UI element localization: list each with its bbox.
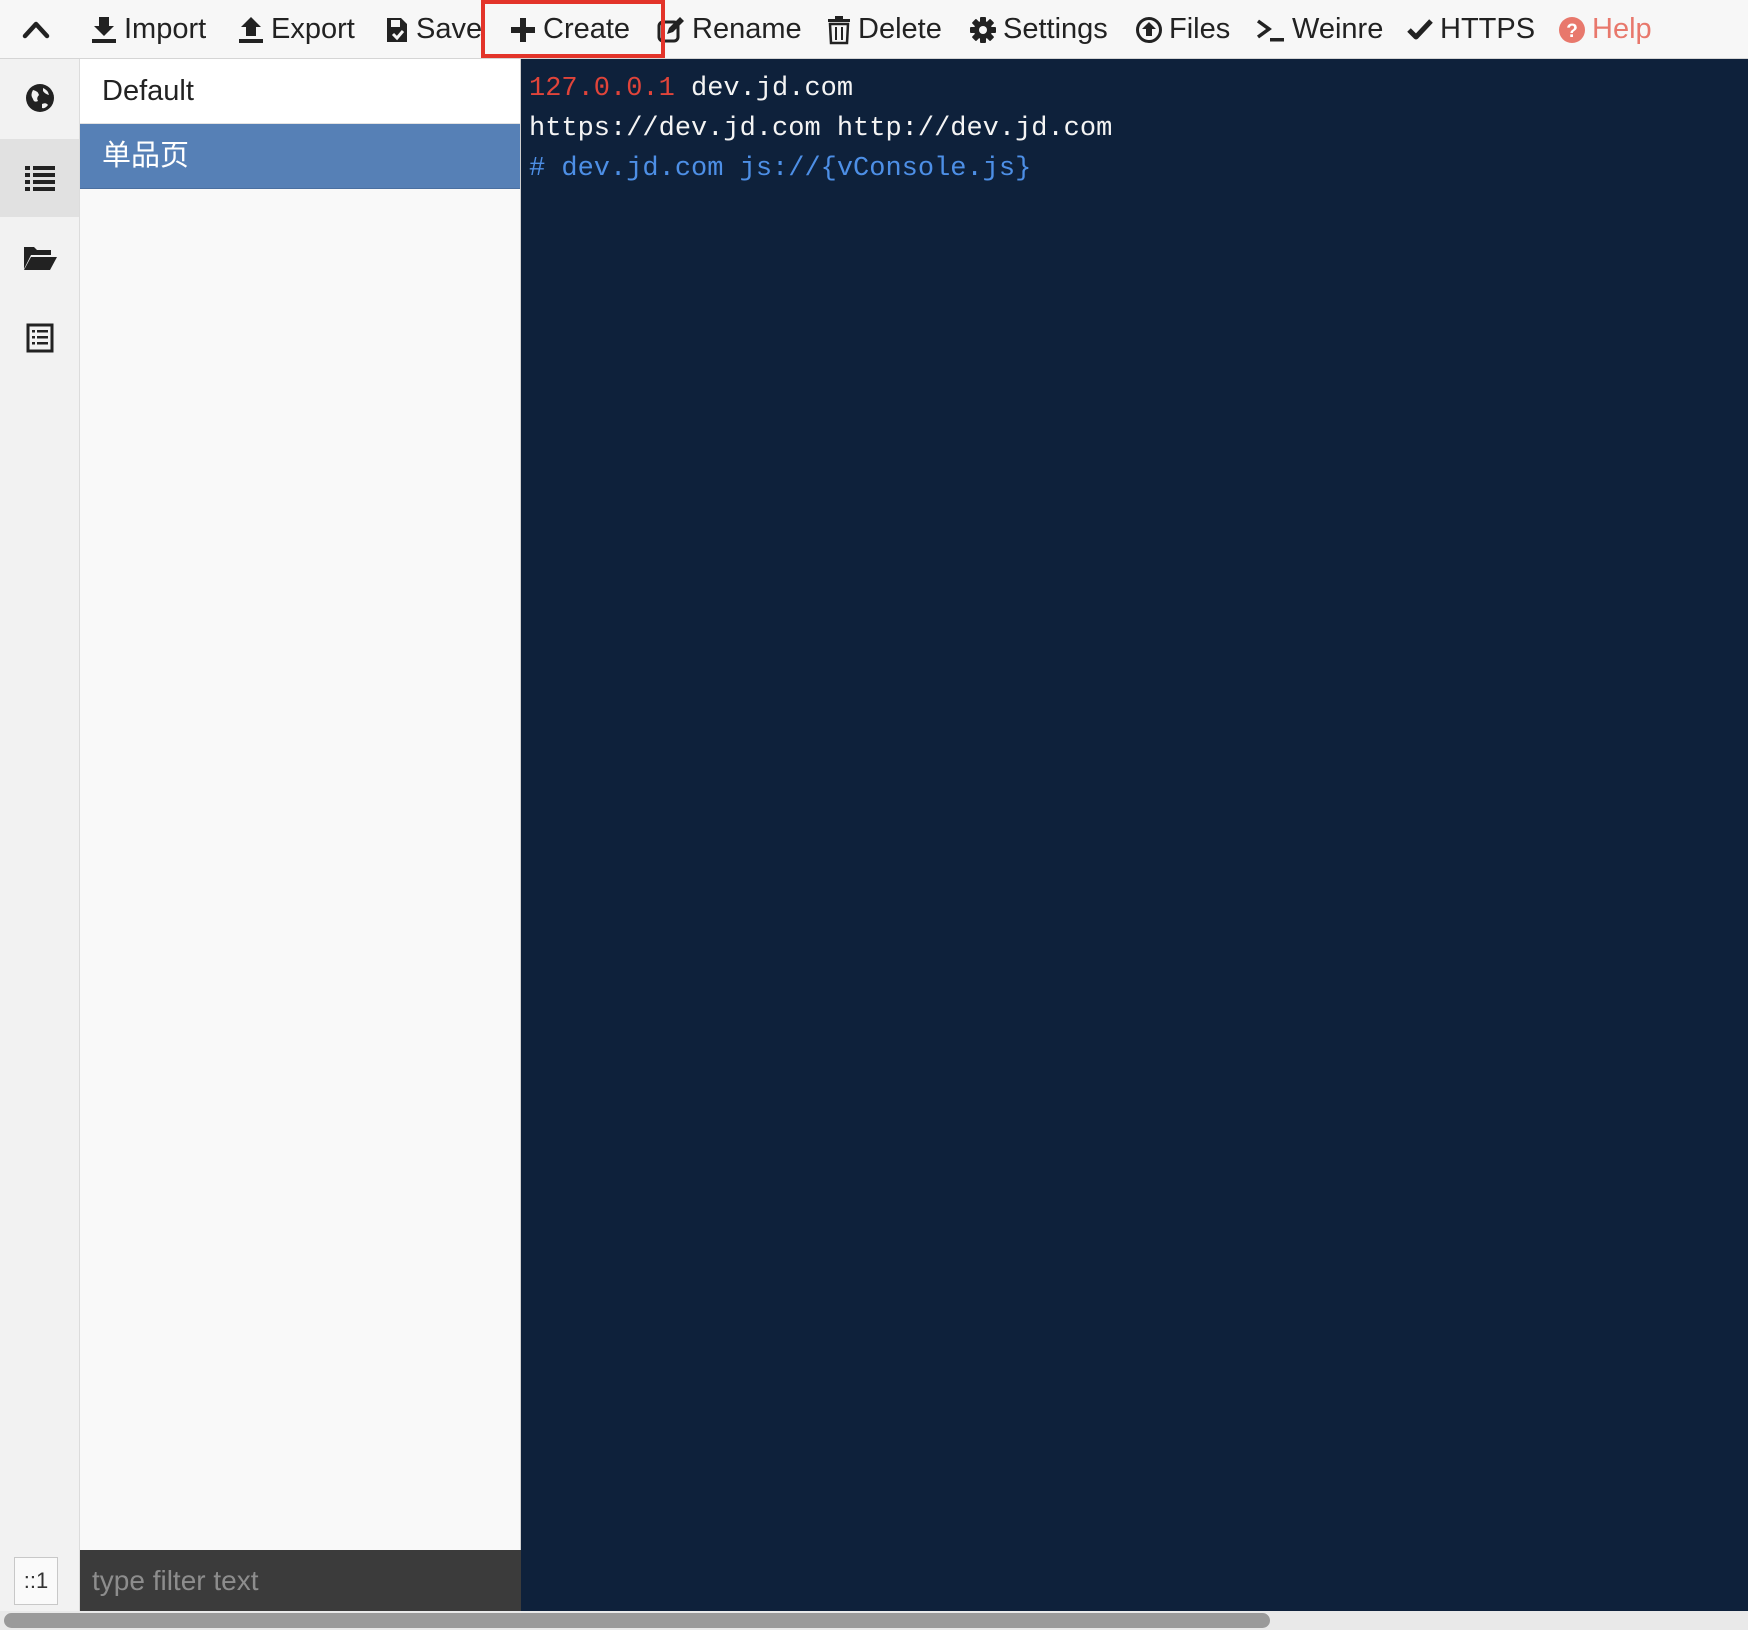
terminal-icon xyxy=(1256,19,1284,41)
save-button[interactable]: Save xyxy=(384,0,482,59)
settings-label: Settings xyxy=(1003,13,1108,45)
rule-token: https://dev.jd.com http://dev.jd.com xyxy=(529,114,1113,144)
import-button[interactable]: Import xyxy=(90,0,206,59)
rename-button[interactable]: Rename xyxy=(656,0,802,59)
settings-button[interactable]: Settings xyxy=(969,0,1108,59)
rail-item-values[interactable] xyxy=(0,219,79,297)
gear-icon xyxy=(970,16,996,43)
https-label: HTTPS xyxy=(1440,13,1536,45)
weinre-label: Weinre xyxy=(1292,13,1384,45)
filter-input[interactable] xyxy=(80,1550,521,1612)
help-circle-icon: ? xyxy=(1559,16,1585,43)
rail-item-plugins[interactable] xyxy=(0,299,79,377)
edit-icon xyxy=(657,16,684,42)
create-button[interactable]: Create xyxy=(509,0,630,59)
https-button[interactable]: HTTPS xyxy=(1406,0,1535,59)
host-token: dev.jd.com xyxy=(674,74,854,104)
rules-editor[interactable]: 127.0.0.1 dev.jd.com https://dev.jd.com … xyxy=(521,59,1748,1611)
collapse-button[interactable] xyxy=(14,8,58,50)
line-counter: ::1 xyxy=(14,1557,58,1605)
trash-icon xyxy=(828,15,850,44)
folder-open-icon xyxy=(23,247,57,270)
rail-item-network[interactable] xyxy=(0,59,79,137)
export-label: Export xyxy=(271,13,355,45)
export-icon xyxy=(239,16,263,43)
svg-text:?: ? xyxy=(1566,21,1578,42)
scrollbar-thumb[interactable] xyxy=(4,1613,1270,1628)
list-item-selected[interactable]: 单品页 xyxy=(80,124,520,189)
chevron-up-icon xyxy=(22,21,50,39)
check-icon xyxy=(1407,18,1433,39)
code-line: 127.0.0.1 dev.jd.com xyxy=(529,69,1740,109)
import-label: Import xyxy=(124,13,207,45)
plus-icon xyxy=(511,17,535,42)
list-icon xyxy=(24,166,55,191)
code-line: https://dev.jd.com http://dev.jd.com xyxy=(529,109,1740,149)
side-rail xyxy=(0,59,80,1611)
rename-label: Rename xyxy=(692,13,802,45)
delete-label: Delete xyxy=(858,13,942,45)
rail-item-rules[interactable] xyxy=(0,139,79,217)
list-box-icon xyxy=(26,323,53,353)
import-icon xyxy=(92,16,116,43)
upload-circle-icon xyxy=(1136,16,1162,43)
code-line: # dev.jd.com js://{vConsole.js} xyxy=(529,149,1740,189)
globe-icon xyxy=(25,84,54,112)
ip-token: 127.0.0.1 xyxy=(529,74,675,104)
delete-button[interactable]: Delete xyxy=(826,0,942,59)
export-button[interactable]: Export xyxy=(237,0,355,59)
list-item-default[interactable]: Default xyxy=(80,59,520,124)
help-label: Help xyxy=(1592,13,1652,45)
horizontal-scrollbar[interactable] xyxy=(0,1611,1748,1630)
help-button[interactable]: ? Help xyxy=(1558,0,1652,59)
toolbar: Import Export Save Create Rename Delete … xyxy=(0,0,1748,59)
comment-token: # dev.jd.com js://{vConsole.js} xyxy=(529,154,1032,184)
files-button[interactable]: Files xyxy=(1135,0,1230,59)
create-label: Create xyxy=(543,13,631,45)
files-label: Files xyxy=(1169,13,1231,45)
save-icon xyxy=(387,17,407,42)
weinre-button[interactable]: Weinre xyxy=(1256,0,1383,59)
save-label: Save xyxy=(416,13,483,45)
rules-list: Default 单品页 xyxy=(80,59,521,1550)
